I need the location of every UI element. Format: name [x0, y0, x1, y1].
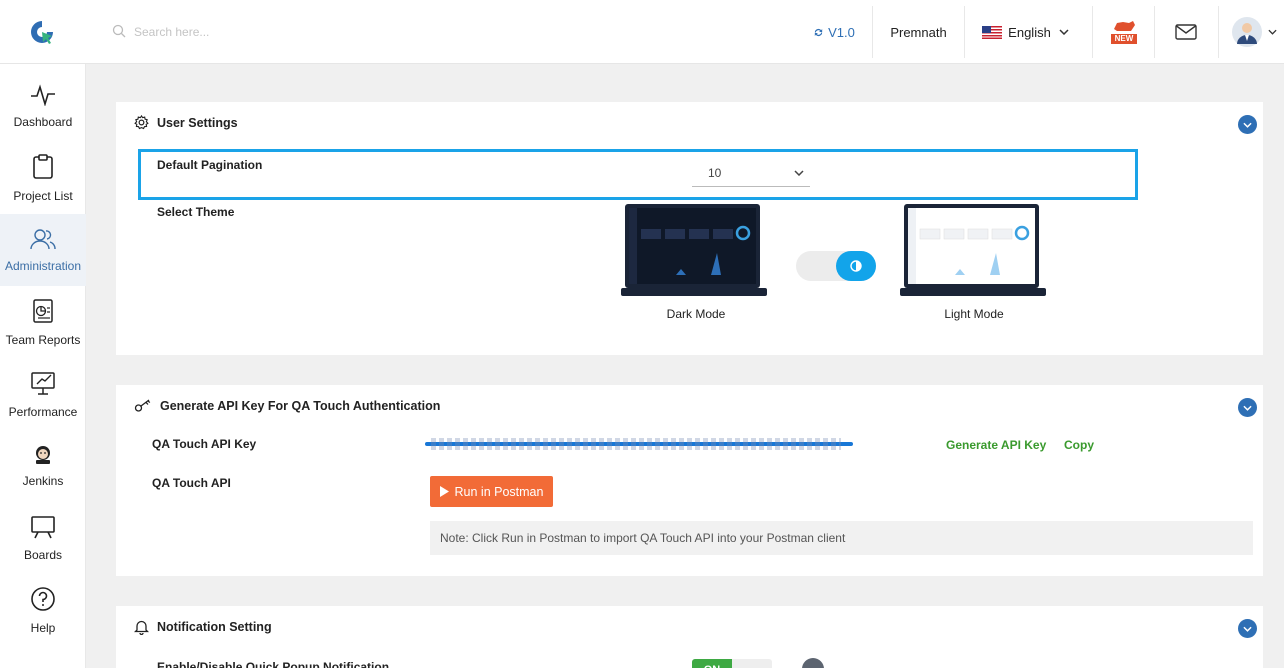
sidebar-item-project-list[interactable]: Project List: [0, 142, 86, 214]
help-icon: [30, 586, 56, 621]
sync-icon: [813, 27, 824, 38]
theme-toggle[interactable]: [796, 251, 876, 281]
language-selector[interactable]: English: [965, 0, 1086, 64]
key-icon: [134, 399, 160, 413]
notification-card: Notification Setting Enable/Disable Quic…: [116, 606, 1263, 668]
pagination-label: Default Pagination: [157, 158, 263, 172]
postman-note: Note: Click Run in Postman to import QA …: [430, 521, 1253, 555]
quick-popup-toggle[interactable]: ON: [692, 659, 772, 668]
user-name[interactable]: Premnath: [873, 0, 964, 64]
clipboard-icon: [32, 153, 54, 189]
quick-popup-label: Enable/Disable Quick Popup Notification: [157, 660, 390, 668]
api-key-card: Generate API Key For QA Touch Authentica…: [116, 385, 1263, 576]
play-icon: [439, 486, 449, 497]
search-input[interactable]: [134, 25, 334, 39]
version-indicator[interactable]: V1.0: [808, 0, 860, 64]
version-text: V1.0: [828, 24, 855, 40]
api-key-label: QA Touch API Key: [152, 437, 257, 451]
info-icon[interactable]: [802, 658, 824, 668]
collapse-button[interactable]: [1238, 619, 1257, 638]
toggle-on-label: ON: [692, 659, 732, 668]
notification-header[interactable]: Notification Setting: [134, 619, 272, 635]
user-settings-card: User Settings Default Pagination 10 Sele…: [116, 102, 1263, 355]
jenkins-icon: [33, 445, 53, 474]
api-key-header[interactable]: Generate API Key For QA Touch Authentica…: [134, 399, 440, 413]
redacted-api-key: [425, 438, 853, 450]
chevron-down-icon: [1267, 29, 1277, 35]
copy-link[interactable]: Copy: [1064, 438, 1094, 452]
light-mode-label: Light Mode: [944, 307, 1004, 321]
divider: [1218, 6, 1219, 58]
new-badge: NEW: [1111, 34, 1137, 44]
generate-api-key-link[interactable]: Generate API Key: [946, 438, 1046, 452]
language-label: English: [1008, 24, 1051, 40]
chevron-down-icon: [1243, 122, 1252, 128]
sidebar-item-label: Jenkins: [22, 473, 64, 488]
search-box[interactable]: [112, 22, 372, 42]
whats-new-button[interactable]: NEW: [1096, 0, 1152, 64]
activity-icon: [30, 83, 56, 115]
sidebar-item-label: Dashboard: [13, 114, 73, 129]
avatar: [1231, 17, 1262, 47]
button-label: Run in Postman: [454, 484, 544, 499]
pagination-highlight: [138, 149, 1138, 200]
chevron-down-icon: [1059, 29, 1069, 35]
api-label: QA Touch API: [152, 476, 231, 490]
card-title: Notification Setting: [157, 620, 272, 634]
mail-button[interactable]: [1160, 0, 1212, 64]
pagination-value: 10: [708, 165, 722, 180]
sidebar-item-administration[interactable]: Administration: [0, 214, 86, 286]
user-settings-header[interactable]: User Settings: [134, 115, 238, 130]
sidebar-item-performance[interactable]: Performance: [0, 358, 86, 430]
card-title: Generate API Key For QA Touch Authentica…: [160, 399, 441, 413]
divider: [1154, 6, 1155, 58]
collapse-button[interactable]: [1238, 115, 1257, 134]
mail-icon: [1175, 24, 1197, 40]
chevron-down-icon: [794, 169, 804, 176]
sidebar-item-label: Project List: [13, 188, 73, 203]
contrast-icon: [850, 260, 862, 272]
sidebar-item-label: Performance: [8, 404, 78, 419]
top-bar: V1.0 Premnath English NEW: [0, 0, 1284, 64]
search-icon: [112, 24, 126, 41]
theme-label: Select Theme: [157, 205, 235, 219]
us-flag-icon: [982, 25, 1003, 39]
report-icon: [32, 298, 54, 333]
dark-mode-preview[interactable]: [621, 203, 767, 300]
sidebar-item-boards[interactable]: Boards: [0, 502, 86, 574]
divider: [1092, 6, 1093, 58]
run-in-postman-button[interactable]: Run in Postman: [430, 476, 553, 507]
sidebar-item-label: Team Reports: [5, 332, 81, 347]
bell-icon: [134, 619, 157, 635]
sidebar-item-label: Help: [30, 620, 56, 635]
chevron-down-icon: [1243, 405, 1252, 411]
gear-icon: [134, 115, 157, 130]
sidebar-item-jenkins[interactable]: Jenkins: [0, 430, 86, 502]
performance-icon: [30, 370, 56, 405]
sidebar-item-label: Boards: [23, 547, 63, 562]
sidebar-item-help[interactable]: Help: [0, 574, 86, 646]
card-title: User Settings: [157, 115, 238, 130]
sidebar-item-dashboard[interactable]: Dashboard: [0, 70, 86, 142]
chevron-down-icon: [1243, 626, 1252, 632]
pagination-select[interactable]: 10: [692, 159, 810, 187]
users-icon: [30, 228, 56, 259]
dark-mode-label: Dark Mode: [666, 307, 726, 321]
collapse-button[interactable]: [1238, 398, 1257, 417]
app-logo-icon[interactable]: [28, 18, 56, 46]
sidebar-item-team-reports[interactable]: Team Reports: [0, 286, 86, 358]
profile-menu[interactable]: [1224, 0, 1284, 64]
sidebar: Dashboard Project List Administration Te…: [0, 64, 86, 668]
board-icon: [30, 515, 56, 548]
sidebar-item-label: Administration: [4, 258, 82, 273]
light-mode-preview[interactable]: [900, 203, 1046, 300]
toggle-knob: [836, 251, 876, 281]
